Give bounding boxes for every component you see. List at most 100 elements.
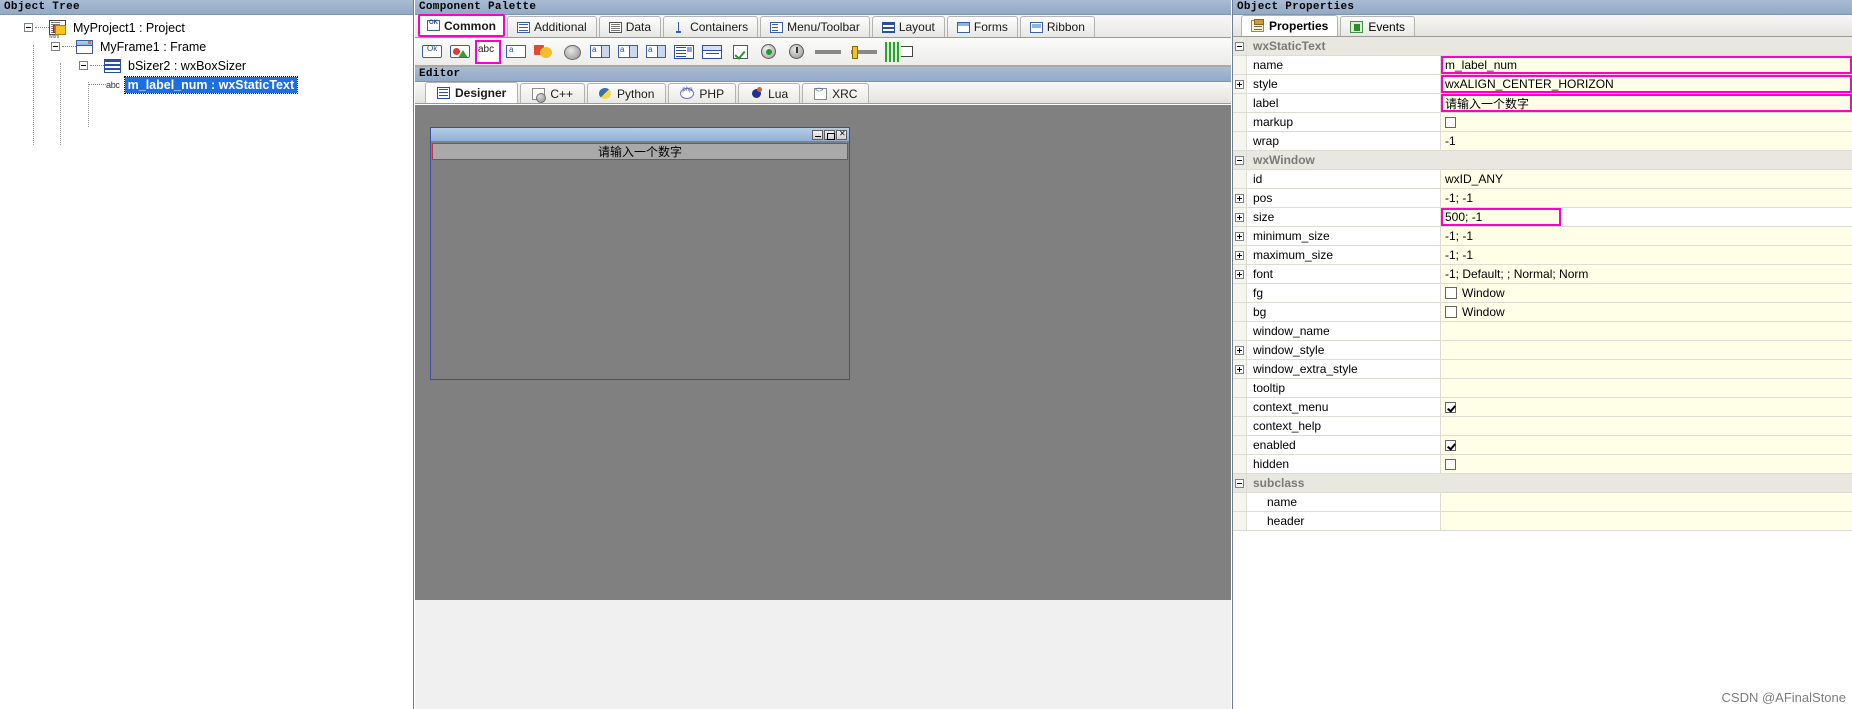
tab-events[interactable]: Events [1340,16,1416,36]
property-row-fg[interactable]: fg Window [1233,284,1852,303]
tree-node-statictext[interactable]: abc m_label_num : wxStaticText [0,75,413,94]
property-row-window-extra-style[interactable]: window_extra_style [1233,360,1852,379]
fg-color-swatch[interactable] [1445,287,1457,299]
editor-tab-php[interactable]: PHP [668,83,737,103]
context-menu-checkbox[interactable] [1445,401,1456,413]
category-expander[interactable] [1233,37,1247,55]
property-value-style[interactable]: wxALIGN_CENTER_HORIZON [1441,75,1852,93]
row-expander[interactable] [1233,341,1247,359]
property-value-window-extra-style[interactable] [1441,360,1852,378]
enabled-checkbox[interactable] [1445,439,1456,451]
designer-canvas[interactable]: 请输入一个数字 [415,104,1231,600]
tool-wxspinctrl[interactable] [783,40,809,64]
property-value-enabled[interactable] [1441,436,1852,454]
property-value-window-name[interactable] [1441,322,1852,340]
palette-tab-common[interactable]: Common [418,14,505,37]
property-row-hidden[interactable]: hidden [1233,455,1852,474]
property-row-label[interactable]: label 请输入一个数字 [1233,94,1852,113]
property-value-id[interactable]: wxID_ANY [1441,170,1852,188]
property-row-enabled[interactable]: enabled [1233,436,1852,455]
property-value-context-help[interactable] [1441,417,1852,435]
object-tree-body[interactable]: wxrs MyProject1 : Project MyFrame1 : Fra… [0,15,413,709]
bg-color-swatch[interactable] [1445,306,1457,318]
tree-expander-icon[interactable] [24,23,33,32]
property-value-subclass-name[interactable] [1441,493,1852,511]
property-row-bg[interactable]: bg Window [1233,303,1852,322]
tool-wxtextctrl[interactable] [503,40,529,64]
property-value-window-style[interactable] [1441,341,1852,359]
property-grid[interactable]: wxStaticText name m_label_num style wxAL… [1233,37,1852,531]
palette-tab-ribbon[interactable]: Ribbon [1019,16,1095,37]
tool-wxstatictext[interactable]: abc [475,39,501,64]
property-row-wrap[interactable]: wrap -1 [1233,132,1852,151]
tool-wxbitmapcombobox[interactable] [643,40,669,64]
property-value-hidden[interactable] [1441,455,1852,473]
row-expander[interactable] [1233,265,1247,283]
property-row-context-help[interactable]: context_help [1233,417,1852,436]
tool-wxchoice[interactable] [615,40,641,64]
tree-expander-icon[interactable] [79,61,88,70]
tool-wxcombobox[interactable] [587,40,613,64]
tool-wxpanel[interactable] [699,40,725,64]
maximize-icon[interactable] [824,129,835,140]
property-value-bg[interactable]: Window [1441,303,1852,321]
property-row-name[interactable]: name m_label_num [1233,56,1852,75]
category-expander[interactable] [1233,474,1247,492]
tool-wxgauge[interactable] [883,40,917,64]
palette-tab-containers[interactable]: Containers [663,16,759,37]
design-preview-frame[interactable]: 请输入一个数字 [430,127,850,380]
tool-wxbitmapbutton[interactable] [447,40,473,64]
tab-properties[interactable]: Properties [1241,15,1339,36]
tool-wxslider[interactable] [811,40,845,64]
palette-toolbar[interactable]: abc [415,38,1231,66]
property-value-size[interactable]: 500; -1 [1441,208,1561,226]
row-expander[interactable] [1233,227,1247,245]
tool-wxlistbox[interactable] [671,40,697,64]
row-expander[interactable] [1233,246,1247,264]
row-expander[interactable] [1233,75,1247,93]
tree-expander-icon[interactable] [51,42,60,51]
property-row-window-name[interactable]: window_name [1233,322,1852,341]
row-expander[interactable] [1233,208,1247,226]
property-row-context-menu[interactable]: context_menu [1233,398,1852,417]
markup-checkbox[interactable] [1445,116,1456,128]
property-value-context-menu[interactable] [1441,398,1852,416]
palette-tab-layout[interactable]: Layout [871,16,945,37]
row-expander[interactable] [1233,189,1247,207]
palette-tab-menu-toolbar[interactable]: Menu/Toolbar [760,16,870,37]
editor-tabstrip[interactable]: Designer C++ Python PHP Lua [415,82,1231,104]
property-value-minimum-size[interactable]: -1; -1 [1441,227,1852,245]
property-row-size[interactable]: size 500; -1 [1233,208,1852,227]
property-value-pos[interactable]: -1; -1 [1441,189,1852,207]
tool-wxscrollbar[interactable] [847,40,881,64]
tool-wxbutton[interactable] [419,40,445,64]
property-row-font[interactable]: font -1; Default; ; Normal; Norm [1233,265,1852,284]
property-row-tooltip[interactable]: tooltip [1233,379,1852,398]
tree-node-project[interactable]: wxrs MyProject1 : Project [0,18,413,40]
property-value-fg[interactable]: Window [1441,284,1852,302]
category-expander[interactable] [1233,151,1247,169]
property-value-wrap[interactable]: -1 [1441,132,1852,150]
hidden-checkbox[interactable] [1445,458,1456,470]
palette-tabstrip[interactable]: Common Additional Data Containers Menu/T… [415,14,1231,38]
property-row-pos[interactable]: pos -1; -1 [1233,189,1852,208]
palette-tab-forms[interactable]: Forms [946,16,1018,37]
design-statictext-widget[interactable]: 请输入一个数字 [432,143,848,160]
palette-tab-data[interactable]: Data [598,16,662,37]
tool-wxstaticbitmap[interactable] [531,40,557,64]
tree-node-frame[interactable]: MyFrame1 : Frame [0,37,413,56]
property-row-markup[interactable]: markup [1233,113,1852,132]
property-value-maximum-size[interactable]: -1; -1 [1441,246,1852,264]
editor-tab-lua[interactable]: Lua [738,83,801,103]
editor-tab-cpp[interactable]: C++ [520,83,586,103]
property-category-row[interactable]: wxWindow [1233,151,1852,170]
property-value-font[interactable]: -1; Default; ; Normal; Norm [1441,265,1852,283]
row-expander[interactable] [1233,360,1247,378]
property-row-id[interactable]: id wxID_ANY [1233,170,1852,189]
tree-node-boxsizer[interactable]: bSizer2 : wxBoxSizer [0,56,413,75]
minimize-icon[interactable] [812,129,823,140]
tool-wxcheckbox[interactable] [727,40,753,64]
editor-tab-xrc[interactable]: XRC [802,83,870,103]
property-category-row[interactable]: subclass [1233,474,1852,493]
property-value-name[interactable]: m_label_num [1441,56,1852,74]
